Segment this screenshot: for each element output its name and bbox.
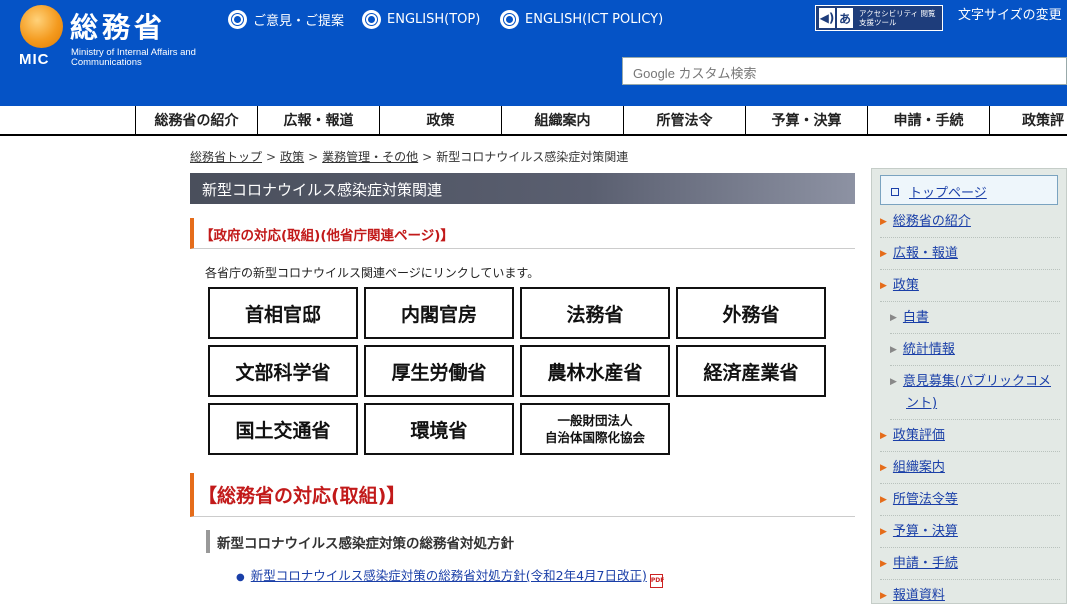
side-item-evaluation[interactable]: ▶ 政策評価 bbox=[880, 425, 1060, 452]
gnav-policy[interactable]: 政策 bbox=[379, 106, 501, 134]
policy-subheading: 新型コロナウイルス感染症対策の総務省対処方針 bbox=[206, 530, 521, 553]
gnav-organization[interactable]: 組織案内 bbox=[501, 106, 623, 134]
triangle-right-icon: ▶ bbox=[890, 345, 897, 355]
meti-link-button[interactable]: 経済産業省 bbox=[676, 345, 826, 397]
mlit-link-button[interactable]: 国土交通省 bbox=[208, 403, 358, 455]
breadcrumb-top-link[interactable]: 総務省トップ bbox=[190, 150, 262, 164]
english-ict-link[interactable]: ENGLISH(ICT POLICY) bbox=[500, 10, 663, 29]
ministry-link-grid: 首相官邸 内閣官房 法務省 外務省 文部科学省 厚生労働省 農林水産省 経済産業… bbox=[208, 287, 830, 457]
moj-link-button[interactable]: 法務省 bbox=[520, 287, 670, 339]
triangle-right-icon: ▶ bbox=[880, 249, 887, 259]
opinion-link[interactable]: ご意見・ご提案 bbox=[228, 10, 344, 29]
radio-bullet-icon bbox=[228, 10, 247, 29]
government-response-heading: 【政府の対応(取組)(他省庁関連ページ)】 bbox=[190, 218, 855, 249]
triangle-right-icon: ▶ bbox=[880, 281, 887, 291]
mhlw-link-button[interactable]: 厚生労働省 bbox=[364, 345, 514, 397]
radio-bullet-icon bbox=[500, 10, 519, 29]
side-item-budget[interactable]: ▶ 予算・決算 bbox=[880, 521, 1060, 548]
bullet-icon: ● bbox=[236, 572, 245, 583]
global-nav: 総務省の紹介 広報・報道 政策 組織案内 所管法令 予算・決算 申請・手続 政策… bbox=[0, 106, 1067, 136]
side-item-applications[interactable]: ▶ 申請・手続 bbox=[880, 553, 1060, 580]
gnav-evaluation[interactable]: 政策評 bbox=[989, 106, 1067, 134]
side-item-laws[interactable]: ▶ 所管法令等 bbox=[880, 489, 1060, 516]
mic-logo-icon[interactable] bbox=[20, 5, 63, 48]
side-item-organization[interactable]: ▶ 組織案内 bbox=[880, 457, 1060, 484]
breadcrumb-business-link[interactable]: 業務管理・その他 bbox=[322, 150, 418, 164]
side-item-statistics[interactable]: ▶ 統計情報 bbox=[890, 339, 1060, 366]
english-top-link[interactable]: ENGLISH(TOP) bbox=[362, 10, 480, 29]
gnav-about[interactable]: 総務省の紹介 bbox=[135, 106, 257, 134]
gnav-applications[interactable]: 申請・手続 bbox=[867, 106, 989, 134]
logo-title[interactable]: 総務省 bbox=[70, 6, 166, 46]
breadcrumb-current: 新型コロナウイルス感染症対策関連 bbox=[436, 150, 629, 164]
side-item-press[interactable]: ▶ 広報・報道 bbox=[880, 243, 1060, 270]
triangle-right-icon: ▶ bbox=[890, 377, 897, 387]
side-item-press-releases[interactable]: ▶ 報道資料 bbox=[880, 585, 1060, 604]
side-item-public-comment[interactable]: ▶ 意見募集(パブリックコメント) bbox=[890, 371, 1060, 420]
hiragana-a-icon: あ bbox=[837, 8, 853, 28]
font-size-change-link[interactable]: 文字サイズの変更 bbox=[958, 4, 1062, 23]
triangle-right-icon: ▶ bbox=[880, 217, 887, 227]
triangle-right-icon: ▶ bbox=[880, 431, 887, 441]
logo-abbr[interactable]: MIC bbox=[19, 51, 50, 68]
mofa-link-button[interactable]: 外務省 bbox=[676, 287, 826, 339]
gnav-press[interactable]: 広報・報道 bbox=[257, 106, 379, 134]
side-nav-top-page[interactable]: トップページ bbox=[880, 175, 1058, 205]
search-input[interactable]: Google カスタム検索 bbox=[622, 57, 1067, 85]
accessibility-tool-button[interactable]: ◀) あ アクセシビリティ 閲覧支援ツール bbox=[815, 5, 943, 31]
mic-response-heading: 【総務省の対応(取組)】 bbox=[190, 473, 855, 517]
page-title: 新型コロナウイルス感染症対策関連 bbox=[190, 173, 855, 204]
side-item-policy[interactable]: ▶ 政策 bbox=[880, 275, 1060, 302]
breadcrumb: 総務省トップ > 政策 > 業務管理・その他 > 新型コロナウイルス感染症対策関連 bbox=[190, 150, 629, 164]
clair-link-button[interactable]: 一般財団法人 自治体国際化協会 bbox=[520, 403, 670, 455]
triangle-right-icon: ▶ bbox=[890, 313, 897, 323]
maff-link-button[interactable]: 農林水産省 bbox=[520, 345, 670, 397]
kantei-link-button[interactable]: 首相官邸 bbox=[208, 287, 358, 339]
side-nav: トップページ ▶ 総務省の紹介 ▶ 広報・報道 ▶ 政策 ▶ 白書 ▶ 統計情報 ▶ 意見募… bbox=[871, 168, 1067, 604]
policy-doc-list-item: ● 新型コロナウイルス感染症対策の総務省対処方針(令和2年4月7日改正) PDF bbox=[236, 565, 664, 588]
policy-doc-link[interactable]: 新型コロナウイルス感染症対策の総務省対処方針(令和2年4月7日改正) bbox=[251, 568, 647, 583]
triangle-right-icon: ▶ bbox=[880, 591, 887, 601]
logo-subtitle[interactable]: Ministry of Internal Affairs and Communi… bbox=[71, 48, 211, 68]
side-item-about[interactable]: ▶ 総務省の紹介 bbox=[880, 211, 1060, 238]
cabinet-secretariat-link-button[interactable]: 内閣官房 bbox=[364, 287, 514, 339]
side-item-whitepaper[interactable]: ▶ 白書 bbox=[890, 307, 1060, 334]
radio-bullet-icon bbox=[362, 10, 381, 29]
breadcrumb-policy-link[interactable]: 政策 bbox=[280, 150, 304, 164]
gnav-budget[interactable]: 予算・決算 bbox=[745, 106, 867, 134]
square-bullet-icon bbox=[891, 188, 899, 196]
accessibility-label: アクセシビリティ 閲覧支援ツール bbox=[859, 9, 936, 27]
triangle-right-icon: ▶ bbox=[880, 527, 887, 537]
triangle-right-icon: ▶ bbox=[880, 559, 887, 569]
pdf-icon: PDF bbox=[649, 574, 664, 588]
env-link-button[interactable]: 環境省 bbox=[364, 403, 514, 455]
triangle-right-icon: ▶ bbox=[880, 495, 887, 505]
gnav-laws[interactable]: 所管法令 bbox=[623, 106, 745, 134]
intro-text: 各省庁の新型コロナウイルス関連ページにリンクしています。 bbox=[205, 266, 540, 280]
triangle-right-icon: ▶ bbox=[880, 463, 887, 473]
site-header: MIC 総務省 Ministry of Internal Affairs and… bbox=[0, 0, 1067, 106]
speaker-icon: ◀) bbox=[819, 8, 835, 28]
mext-link-button[interactable]: 文部科学省 bbox=[208, 345, 358, 397]
